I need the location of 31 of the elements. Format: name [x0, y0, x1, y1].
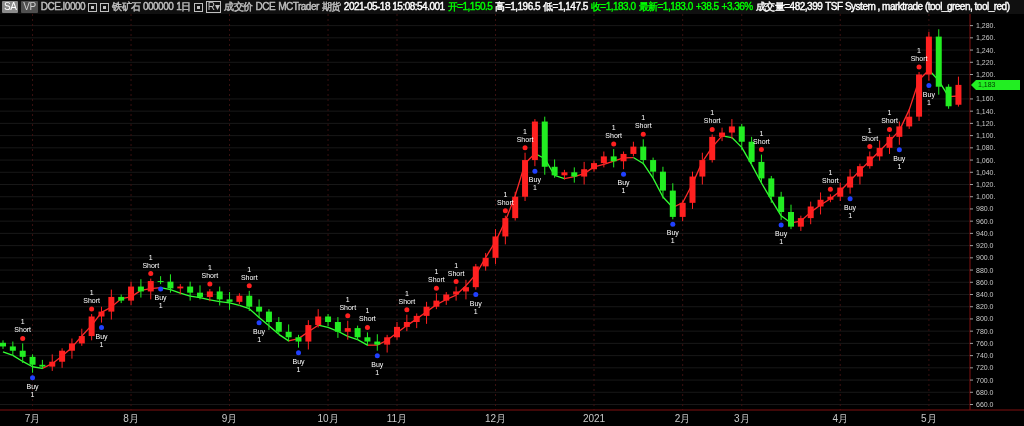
header-text: 1日: [176, 1, 191, 13]
date-axis-label: 2月: [674, 413, 691, 424]
header-text: 成交量=482,399: [755, 1, 823, 13]
date-axis-label: 2021: [582, 413, 606, 424]
date-axis-label: 8月: [123, 413, 139, 424]
date-axis-label: 4月: [832, 413, 849, 424]
header-text: MCTrader: [278, 1, 319, 13]
header-text: 低=1,147.5: [543, 1, 588, 13]
mode-button[interactable]: R▾: [205, 1, 222, 13]
date-axis-label: 9月: [221, 413, 238, 424]
symbol-tag[interactable]: SA: [2, 1, 19, 13]
date-axis-label: 7月: [24, 413, 41, 424]
date-axis-label: 3月: [733, 413, 750, 424]
header-text: 期货: [321, 1, 341, 13]
header-text: DCE.I0000: [40, 1, 86, 13]
header-text: +3.36%: [721, 1, 753, 13]
header-text: 2021-05-18 15:08:54.001: [343, 1, 445, 13]
header-text: 最新=1,183.0: [638, 1, 693, 13]
date-axis-label: 11月: [386, 413, 408, 424]
header-text: TSF System , marktrade (tool_green, tool_red): [825, 1, 1010, 13]
header-text: 铁矿石 000000: [112, 1, 174, 13]
date-axis-label: 10月: [317, 413, 339, 424]
symbol-tag[interactable]: VP: [21, 1, 38, 13]
header-text: 成交价: [224, 1, 253, 13]
header-text: DCE: [255, 1, 276, 13]
header-text: 收=1,183.0: [590, 1, 636, 13]
header-text: +38.5: [695, 1, 719, 13]
header-text: 开=1,150.5: [447, 1, 493, 13]
date-axis-label: 12月: [484, 413, 507, 424]
header-text: 高=1,196.5: [495, 1, 541, 13]
date-axis-label: 5月: [921, 413, 937, 424]
